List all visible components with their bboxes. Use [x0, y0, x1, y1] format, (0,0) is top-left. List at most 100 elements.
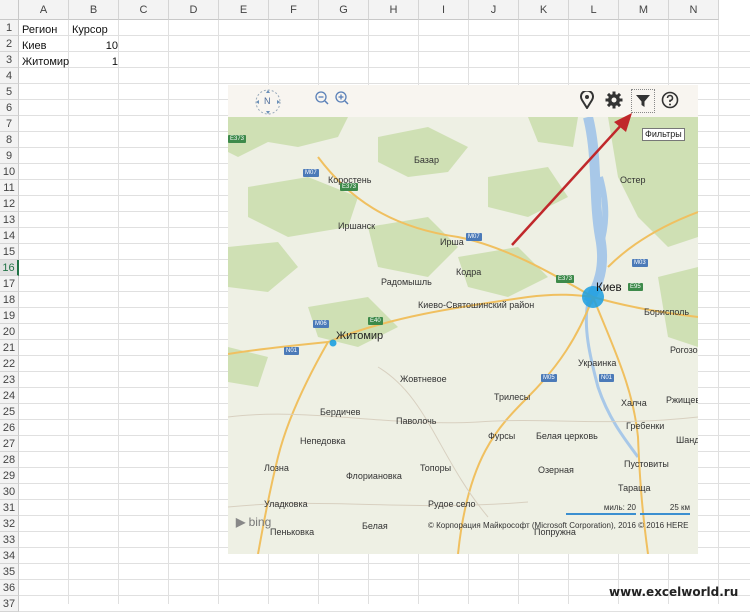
row-header-31[interactable]: 31 — [0, 500, 19, 516]
cell-a2[interactable]: Киев — [22, 38, 47, 54]
row-header-2[interactable]: 2 — [0, 36, 19, 52]
column-header-e[interactable]: E — [219, 0, 269, 20]
row-header-9[interactable]: 9 — [0, 148, 19, 164]
help-button[interactable] — [660, 91, 680, 111]
row-header-34[interactable]: 34 — [0, 548, 19, 564]
city-label: Кодра — [456, 267, 482, 277]
road-shield: N01 — [599, 374, 615, 382]
city-label: Ирша — [440, 237, 464, 247]
city-label: Белая — [362, 521, 388, 531]
row-header-32[interactable]: 32 — [0, 516, 19, 532]
column-header-a[interactable]: A — [19, 0, 69, 20]
road-shield: E373 — [228, 135, 247, 143]
city-label: Топоры — [420, 463, 452, 473]
row-header-16[interactable]: 16 — [0, 260, 19, 276]
row-header-21[interactable]: 21 — [0, 340, 19, 356]
row-header-20[interactable]: 20 — [0, 324, 19, 340]
row-header-33[interactable]: 33 — [0, 532, 19, 548]
row-header-8[interactable]: 8 — [0, 132, 19, 148]
filter-tooltip: Фильтры — [642, 128, 685, 141]
row-header-15[interactable]: 15 — [0, 244, 19, 260]
cell-a3[interactable]: Житомир — [22, 54, 69, 70]
row-header-5[interactable]: 5 — [0, 84, 19, 100]
row-header-13[interactable]: 13 — [0, 212, 19, 228]
column-header-k[interactable]: K — [519, 0, 569, 20]
city-label: Базар — [414, 155, 439, 165]
row-header-18[interactable]: 18 — [0, 292, 19, 308]
gear-icon — [605, 91, 623, 109]
row-header-19[interactable]: 19 — [0, 308, 19, 324]
bing-logo: ▶ bing — [236, 515, 271, 529]
column-header-c[interactable]: C — [119, 0, 169, 20]
city-label: Пеньковка — [270, 527, 315, 537]
column-header-g[interactable]: G — [319, 0, 369, 20]
row-header-3[interactable]: 3 — [0, 52, 19, 68]
grid-column-line — [218, 20, 219, 604]
column-header-i[interactable]: I — [419, 0, 469, 20]
map-canvas[interactable]: Базар Коростень Иршанск Ирша Кодра Радом… — [228, 117, 698, 554]
grid-column-line — [718, 20, 719, 604]
row-header-12[interactable]: 12 — [0, 196, 19, 212]
row-header-37[interactable]: 37 — [0, 596, 19, 612]
cell-b2[interactable]: 10 — [72, 38, 118, 54]
cell-b3[interactable]: 1 — [72, 54, 118, 70]
grid-row-line — [19, 35, 750, 36]
row-header-26[interactable]: 26 — [0, 420, 19, 436]
row-header-17[interactable]: 17 — [0, 276, 19, 292]
row-header-36[interactable]: 36 — [0, 580, 19, 596]
grid-row-line — [19, 67, 750, 68]
zoom-in-button[interactable] — [332, 91, 352, 111]
row-header-4[interactable]: 4 — [0, 68, 19, 84]
scale-km: 25 км — [640, 503, 690, 515]
column-header-m[interactable]: M — [619, 0, 669, 20]
nav-compass[interactable]: N — [251, 88, 285, 116]
row-header-24[interactable]: 24 — [0, 388, 19, 404]
city-label: Киево-Святошинский район — [418, 300, 535, 310]
row-header-30[interactable]: 30 — [0, 484, 19, 500]
row-header-1[interactable]: 1 — [0, 20, 19, 36]
city-label-zhytomyr: Житомир — [336, 330, 384, 342]
row-header-14[interactable]: 14 — [0, 228, 19, 244]
location-pin-icon — [580, 89, 594, 110]
city-label: Рудое село — [428, 499, 476, 509]
road-shield: N01 — [284, 347, 300, 355]
grid-column-line — [118, 20, 119, 604]
settings-button[interactable] — [604, 91, 624, 111]
row-header-22[interactable]: 22 — [0, 356, 19, 372]
row-header-27[interactable]: 27 — [0, 436, 19, 452]
row-header-29[interactable]: 29 — [0, 468, 19, 484]
row-header-6[interactable]: 6 — [0, 100, 19, 116]
zoom-out-button[interactable] — [312, 91, 332, 111]
help-icon — [661, 91, 679, 109]
column-header-d[interactable]: D — [169, 0, 219, 20]
row-header-35[interactable]: 35 — [0, 564, 19, 580]
row-header-25[interactable]: 25 — [0, 404, 19, 420]
row-header-10[interactable]: 10 — [0, 164, 19, 180]
road-shield: M07 — [466, 233, 482, 241]
column-header-j[interactable]: J — [469, 0, 519, 20]
city-label: Фурсы — [488, 431, 516, 441]
column-header-h[interactable]: H — [369, 0, 419, 20]
column-header-b[interactable]: B — [69, 0, 119, 20]
row-header-28[interactable]: 28 — [0, 452, 19, 468]
scale-km-label: 25 км — [669, 503, 690, 512]
column-header-f[interactable]: F — [269, 0, 319, 20]
row-header-11[interactable]: 11 — [0, 180, 19, 196]
column-header-l[interactable]: L — [569, 0, 619, 20]
column-header-n[interactable]: N — [669, 0, 719, 20]
map-chart[interactable]: N Базар Коростень Иршанск Ирша Кодра Рад… — [228, 85, 698, 554]
cell-a1[interactable]: Регион — [22, 22, 57, 38]
location-button[interactable] — [577, 89, 597, 111]
city-label: Бердичев — [320, 407, 361, 417]
road-shield: M03 — [632, 259, 648, 267]
cell-b1[interactable]: Курсор — [72, 22, 108, 38]
road-shield: M07 — [303, 169, 319, 177]
filter-button[interactable] — [631, 89, 655, 113]
city-label: Уладковка — [264, 499, 308, 509]
row-header-7[interactable]: 7 — [0, 116, 19, 132]
city-label: Лозна — [264, 463, 289, 473]
select-all-corner[interactable] — [0, 0, 19, 20]
city-label: Радомышль — [381, 277, 432, 287]
row-header-23[interactable]: 23 — [0, 372, 19, 388]
city-label: Шандра — [676, 435, 698, 445]
